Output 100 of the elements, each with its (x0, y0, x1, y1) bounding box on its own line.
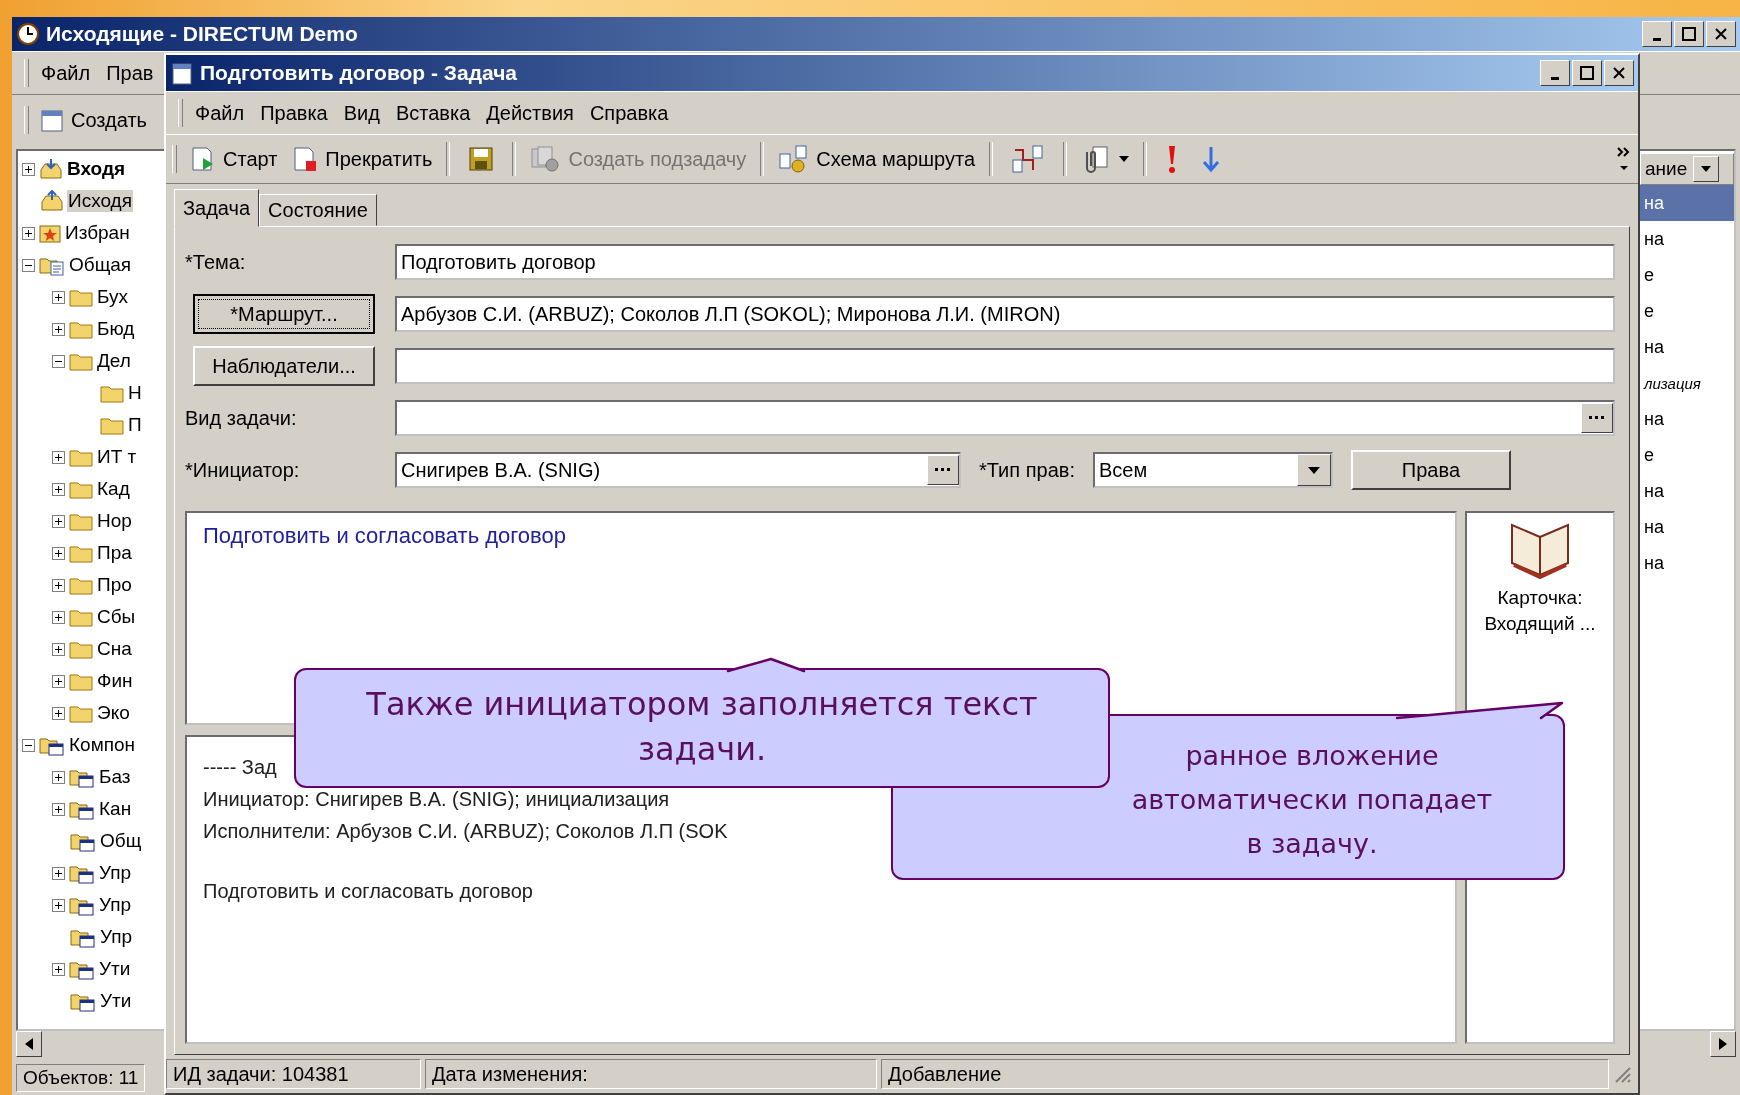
table-cell[interactable]: на (1640, 221, 1734, 257)
maximize-button[interactable] (1572, 60, 1602, 86)
rights-button[interactable]: Права (1350, 450, 1511, 490)
table-cell[interactable]: на (1640, 509, 1734, 545)
expand-icon[interactable] (52, 322, 65, 336)
expand-icon[interactable] (52, 706, 65, 720)
tree-item[interactable]: Сна (96, 638, 133, 660)
attachment-label[interactable]: Карточка: Входящий ... (1475, 585, 1605, 637)
expand-icon[interactable] (52, 802, 65, 816)
menu-item[interactable]: Вставка (387, 99, 479, 127)
ellipsis-button[interactable] (927, 455, 959, 485)
toolbar-button[interactable]: Прекратить (285, 141, 439, 177)
menu-item[interactable]: Вид (335, 99, 388, 127)
menu-item[interactable]: Правка (252, 99, 336, 127)
expand-icon[interactable] (52, 866, 65, 880)
tree-item[interactable]: Бюд (96, 318, 136, 340)
observers-button[interactable]: Наблюдатели... (193, 346, 375, 386)
tree-item[interactable]: ИТ т (96, 446, 138, 468)
subject-field[interactable]: Подготовить договор (395, 244, 1615, 280)
close-button[interactable] (1706, 21, 1736, 47)
tree-item[interactable]: Общая (68, 254, 133, 276)
maximize-button[interactable] (1674, 21, 1704, 47)
tree-item[interactable]: Эко (96, 702, 131, 724)
minimize-button[interactable] (1642, 21, 1672, 47)
tree-item[interactable]: Общ (99, 830, 143, 852)
table-cell[interactable]: на (1640, 329, 1734, 365)
tree-item[interactable]: Сбы (96, 606, 137, 628)
tree-item[interactable]: Бух (96, 286, 130, 308)
ellipsis-button[interactable] (1581, 403, 1613, 433)
tree-item[interactable]: Про (96, 574, 133, 596)
menu-item[interactable]: Действия (478, 99, 582, 127)
scroll-left-button[interactable] (16, 1031, 42, 1057)
expand-icon[interactable] (52, 898, 65, 912)
scroll-right-button[interactable] (1710, 1031, 1736, 1057)
minimize-button[interactable] (1540, 60, 1570, 86)
tree-item[interactable]: Входя (66, 158, 127, 180)
table-cell[interactable]: на (1640, 473, 1734, 509)
expand-icon[interactable] (52, 610, 65, 624)
collapse-icon[interactable] (22, 258, 35, 272)
tree-item[interactable]: Фин (96, 670, 134, 692)
expand-icon[interactable] (22, 162, 35, 176)
down-arrow-icon[interactable] (1201, 144, 1222, 174)
tree-item[interactable]: П (127, 414, 143, 436)
menu-item[interactable]: Справка (581, 99, 677, 127)
toolbar-button[interactable]: Старт (183, 141, 284, 177)
expand-icon[interactable] (52, 482, 65, 496)
save-icon[interactable] (468, 146, 495, 172)
tree-item[interactable]: Упр (98, 894, 133, 916)
task-type-field[interactable] (395, 400, 1615, 436)
expand-icon[interactable] (52, 674, 65, 688)
menu-item[interactable]: Файл (33, 59, 99, 87)
flowchart-icon[interactable] (1011, 144, 1046, 174)
table-cell[interactable]: е (1640, 293, 1734, 329)
tree-item[interactable]: Избран (64, 222, 131, 244)
expand-icon[interactable] (52, 642, 65, 656)
table-cell[interactable]: лизация (1640, 365, 1734, 401)
menu-item[interactable]: Файл (187, 99, 253, 127)
expand-icon[interactable] (52, 578, 65, 592)
tree-item[interactable]: Упр (98, 862, 133, 884)
tab[interactable]: Состояние (259, 194, 377, 226)
expand-icon[interactable] (52, 514, 65, 528)
route-field[interactable]: Арбузов С.И. (ARBUZ); Соколов Л.П (SOKOL); Миронова Л.И. (MIRON) (395, 296, 1615, 332)
observers-field[interactable] (395, 348, 1615, 384)
tree-item[interactable]: Упр (99, 926, 134, 948)
tree-item[interactable]: Ути (98, 958, 132, 980)
menu-item[interactable]: Прав (98, 59, 162, 87)
table-cell[interactable]: на (1640, 401, 1734, 437)
expand-icon[interactable] (52, 770, 65, 784)
table-cell[interactable]: е (1640, 437, 1734, 473)
tree-item[interactable]: Баз (98, 766, 132, 788)
initiator-field[interactable]: Снигирев В.А. (SNIG) (395, 452, 961, 488)
field-label: *Инициатор: (185, 458, 301, 482)
close-button[interactable] (1604, 60, 1634, 86)
expand-icon[interactable] (52, 290, 65, 304)
rights-type-dropdown[interactable]: Всем (1092, 452, 1333, 488)
create-button[interactable]: Создать (33, 103, 153, 137)
collapse-icon[interactable] (52, 354, 65, 368)
table-cell[interactable]: на (1640, 185, 1734, 221)
tree-item[interactable]: Дел (96, 350, 132, 372)
route-button[interactable]: *Маршрут... (193, 294, 375, 334)
tree-item[interactable]: Компон (68, 734, 137, 756)
tree-item[interactable]: Ути (99, 990, 133, 1012)
tab[interactable]: Задача (174, 189, 260, 227)
expand-icon[interactable] (52, 450, 65, 464)
expand-icon[interactable] (22, 226, 35, 240)
tree-item[interactable]: Кад (96, 478, 131, 500)
tree-item[interactable]: Нор (96, 510, 133, 532)
tree-item[interactable]: Исходя (67, 190, 133, 212)
folder-icon (69, 447, 93, 467)
tree-item[interactable]: Кан (98, 798, 133, 820)
toolbar-button[interactable]: Схема маршрута (772, 140, 982, 178)
expand-icon[interactable] (52, 546, 65, 560)
tree-item[interactable]: Н (127, 382, 143, 404)
folder-icon (69, 575, 93, 595)
table-cell[interactable]: на (1640, 545, 1734, 581)
collapse-icon[interactable] (22, 738, 35, 752)
table-cell[interactable]: е (1640, 257, 1734, 293)
expand-icon[interactable] (52, 962, 65, 976)
column-header[interactable]: ание (1640, 153, 1734, 185)
tree-item[interactable]: Пра (96, 542, 133, 564)
